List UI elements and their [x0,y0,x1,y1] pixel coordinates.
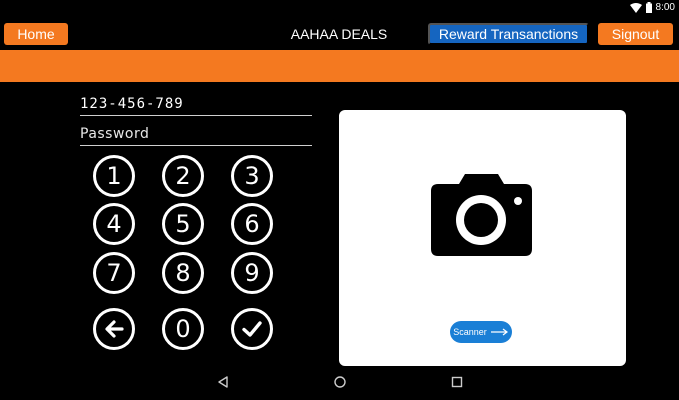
scanner-button-label: Scanner [453,327,487,337]
key-6[interactable]: 6 [231,203,273,245]
password-field[interactable]: Password [80,122,312,146]
key-7[interactable]: 7 [93,252,135,294]
key-3[interactable]: 3 [231,155,273,197]
key-0[interactable]: 0 [162,308,204,350]
key-9[interactable]: 9 [231,252,273,294]
home-button[interactable]: Home [4,23,68,45]
recents-icon[interactable] [450,375,464,389]
key-2[interactable]: 2 [162,155,204,197]
reward-transactions-button[interactable]: Reward Transanctions [428,23,589,45]
scanner-panel: Scanner [339,110,626,366]
home-icon[interactable] [333,375,347,389]
arrow-right-icon [490,328,508,336]
status-time: 8:00 [655,2,675,13]
key-5[interactable]: 5 [162,203,204,245]
camera-icon [431,174,532,256]
status-icons: 8:00 [629,2,675,13]
signout-button[interactable]: Signout [598,23,673,45]
header-band [0,50,679,82]
confirm-button[interactable] [231,308,273,350]
wifi-icon [629,2,642,13]
scanner-button[interactable]: Scanner [450,321,512,343]
checkmark-icon [242,321,262,337]
backspace-button[interactable] [93,308,135,350]
arrow-left-icon [105,320,124,338]
key-8[interactable]: 8 [162,252,204,294]
battery-icon [645,2,652,13]
key-4[interactable]: 4 [93,203,135,245]
app-header: Home AAHAA DEALS Reward Transanctions Si… [0,18,679,50]
key-1[interactable]: 1 [93,155,135,197]
app-title: AAHAA DEALS [290,26,388,42]
status-bar: 8:00 [0,0,679,18]
back-icon[interactable] [216,375,230,389]
member-id-field[interactable]: 123-456-789 [80,92,312,116]
navigation-bar [0,366,679,400]
